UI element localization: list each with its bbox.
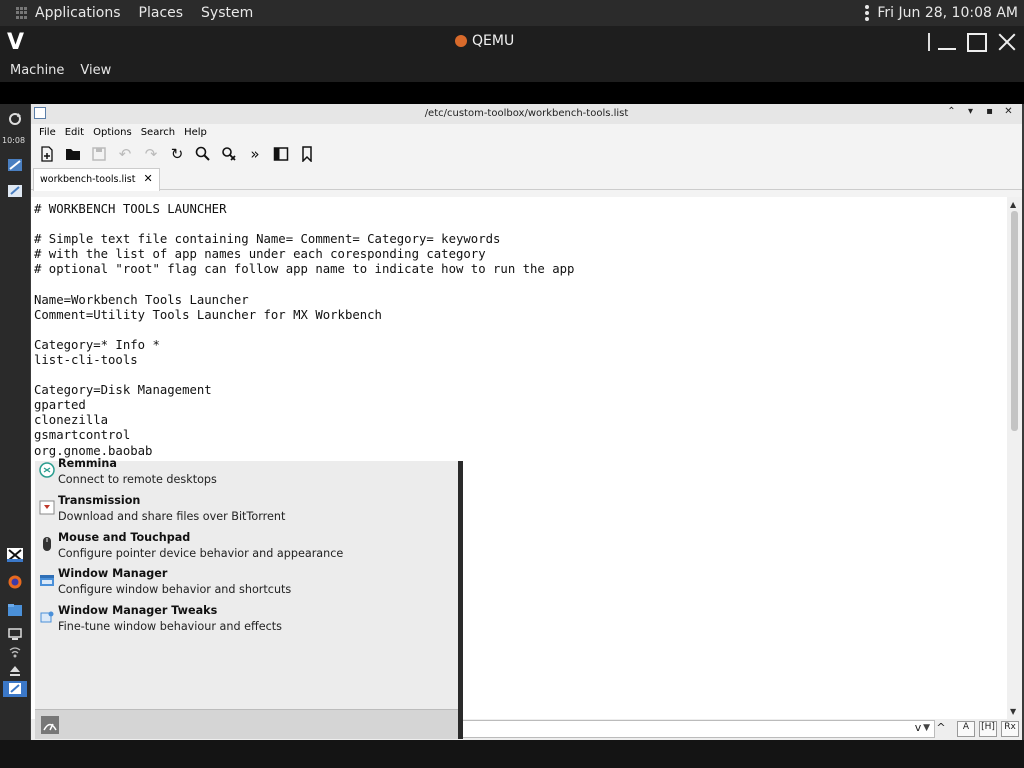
menu-item-desc: Download and share files over BitTorrent — [58, 510, 286, 523]
remmina-icon — [39, 462, 55, 478]
tab-close-icon[interactable]: ✕ — [143, 172, 152, 185]
editor-minimize-icon[interactable]: ▾ — [961, 106, 980, 117]
network-icon[interactable] — [7, 646, 23, 660]
panel-clock[interactable]: 10:08 — [2, 136, 25, 145]
qemu-app-icon — [455, 35, 467, 47]
scroll-down-icon[interactable]: ▼ — [1010, 707, 1016, 716]
menu-item-desc: Connect to remote desktops — [58, 473, 217, 486]
window-title: QEMU — [455, 33, 514, 49]
editor-maximize-icon[interactable]: ▪ — [980, 106, 999, 117]
menu-item-window-manager-tweaks[interactable]: Window Manager Tweaks Fine-tune window b… — [35, 604, 455, 638]
menu-item-name: Mouse and Touchpad — [58, 531, 191, 544]
qemu-title-text: QEMU — [472, 33, 515, 49]
goto-line-icon[interactable]: » — [245, 144, 265, 164]
whole-word-button[interactable]: [H] — [979, 721, 997, 737]
find-next-button[interactable]: v — [909, 721, 927, 737]
undo-icon[interactable]: ↶ — [115, 144, 135, 164]
apps-grid-icon[interactable] — [16, 7, 28, 19]
menu-item-mouse-touchpad[interactable]: Mouse and Touchpad Configure pointer dev… — [35, 531, 455, 565]
places-menu[interactable]: Places — [139, 5, 184, 21]
system-menu[interactable]: System — [201, 5, 253, 21]
find-input[interactable]: ▼ — [458, 720, 935, 738]
mouse-icon — [43, 537, 51, 551]
tab-bar: workbench-tools.list ✕ — [31, 168, 1022, 191]
mx-tools-icon[interactable] — [7, 548, 23, 562]
side-pane-icon[interactable] — [271, 144, 291, 164]
active-editor-task-icon[interactable] — [3, 681, 27, 697]
file-menu[interactable]: File — [39, 127, 56, 138]
applications-menu[interactable]: Applications — [35, 5, 121, 21]
tab-label: workbench-tools.list — [40, 174, 136, 185]
file-manager-icon[interactable] — [7, 603, 23, 617]
monitor-icon[interactable] — [7, 627, 23, 641]
file-contents[interactable]: # WORKBENCH TOOLS LAUNCHER # Simple text… — [31, 197, 1007, 459]
regex-button[interactable]: Rx — [1001, 721, 1019, 737]
guest-display: 10:08 /etc/custom-toolbox/workbench-tool… — [0, 104, 1024, 740]
shade-icon[interactable]: ⌃ — [942, 106, 961, 117]
user-avatar-icon[interactable] — [41, 716, 59, 734]
menu-item-name: Window Manager — [58, 567, 168, 580]
tab-workbench-tools-list[interactable]: workbench-tools.list ✕ — [33, 168, 160, 191]
qemu-bottom-border — [0, 740, 1024, 768]
editor-toolbar: ↶ ↷ ↻ » — [31, 140, 1022, 168]
reload-icon[interactable]: ↻ — [167, 144, 187, 164]
search-menu[interactable]: Search — [141, 127, 175, 138]
guest-side-panel: 10:08 — [0, 104, 30, 740]
scroll-up-icon[interactable]: ▲ — [1010, 200, 1016, 209]
help-menu[interactable]: Help — [184, 127, 207, 138]
menu-item-window-manager[interactable]: Window Manager Configure window behavior… — [35, 567, 455, 601]
editor-close-icon[interactable]: ✕ — [999, 106, 1018, 117]
save-icon[interactable] — [89, 144, 109, 164]
open-folder-icon[interactable] — [63, 144, 83, 164]
match-case-button[interactable]: A — [957, 721, 975, 737]
menu-item-name: Remmina — [58, 457, 117, 470]
editor-menubar: File Edit Options Search Help — [31, 124, 1022, 140]
firefox-icon[interactable] — [7, 575, 23, 589]
menu-footer — [35, 709, 458, 739]
menu-item-desc: Configure pointer device behavior and ap… — [58, 547, 344, 560]
new-file-icon[interactable] — [37, 144, 57, 164]
menu-item-desc: Fine-tune window behaviour and effects — [58, 620, 282, 633]
qemu-display-top-border — [0, 82, 1024, 104]
redo-icon[interactable]: ↷ — [141, 144, 161, 164]
edit-menu[interactable]: Edit — [65, 127, 84, 138]
editor-task-icon[interactable] — [7, 184, 23, 198]
menu-item-transmission[interactable]: Transmission Download and share files ov… — [35, 494, 455, 528]
menu-item-name: Transmission — [58, 494, 141, 507]
titlebar-separator — [928, 33, 930, 51]
maximize-icon[interactable] — [964, 30, 990, 54]
v-logo-icon[interactable]: V — [7, 30, 24, 55]
workbench-icon[interactable] — [7, 158, 23, 172]
options-menu[interactable]: Options — [93, 127, 132, 138]
transmission-icon — [39, 500, 55, 515]
minimize-icon[interactable] — [934, 30, 960, 54]
view-menu[interactable]: View — [80, 63, 111, 78]
kebab-menu-icon[interactable] — [865, 5, 870, 21]
vertical-scrollbar[interactable]: ▲ ▼ — [1007, 197, 1022, 719]
menu-item-remmina[interactable]: Remmina Connect to remote desktops — [35, 457, 455, 491]
clock[interactable]: Fri Jun 28, 10:08 AM — [877, 5, 1018, 21]
find-icon[interactable] — [193, 144, 213, 164]
find-replace-icon[interactable] — [219, 144, 239, 164]
editor-titlebar: /etc/custom-toolbox/workbench-tools.list… — [31, 104, 1022, 124]
eject-icon[interactable] — [7, 664, 23, 678]
scroll-thumb[interactable] — [1011, 211, 1018, 431]
find-previous-button[interactable]: ^ — [932, 721, 950, 737]
close-icon[interactable] — [994, 30, 1020, 54]
machine-menu[interactable]: Machine — [10, 63, 64, 78]
qemu-titlebar: V QEMU — [0, 26, 1024, 58]
menu-item-desc: Configure window behavior and shortcuts — [58, 583, 292, 596]
window-manager-icon — [40, 575, 54, 586]
host-top-panel: Applications Places System Fri Jun 28, 1… — [0, 0, 1024, 26]
qemu-menubar: Machine View — [0, 58, 1024, 82]
window-tweaks-icon — [40, 611, 54, 623]
editor-title: /etc/custom-toolbox/workbench-tools.list — [424, 108, 629, 119]
bookmark-icon[interactable] — [297, 144, 317, 164]
menu-item-name: Window Manager Tweaks — [58, 604, 218, 617]
refresh-icon[interactable] — [7, 112, 23, 126]
whisker-menu-popup: Remmina Connect to remote desktops Trans… — [35, 457, 463, 739]
